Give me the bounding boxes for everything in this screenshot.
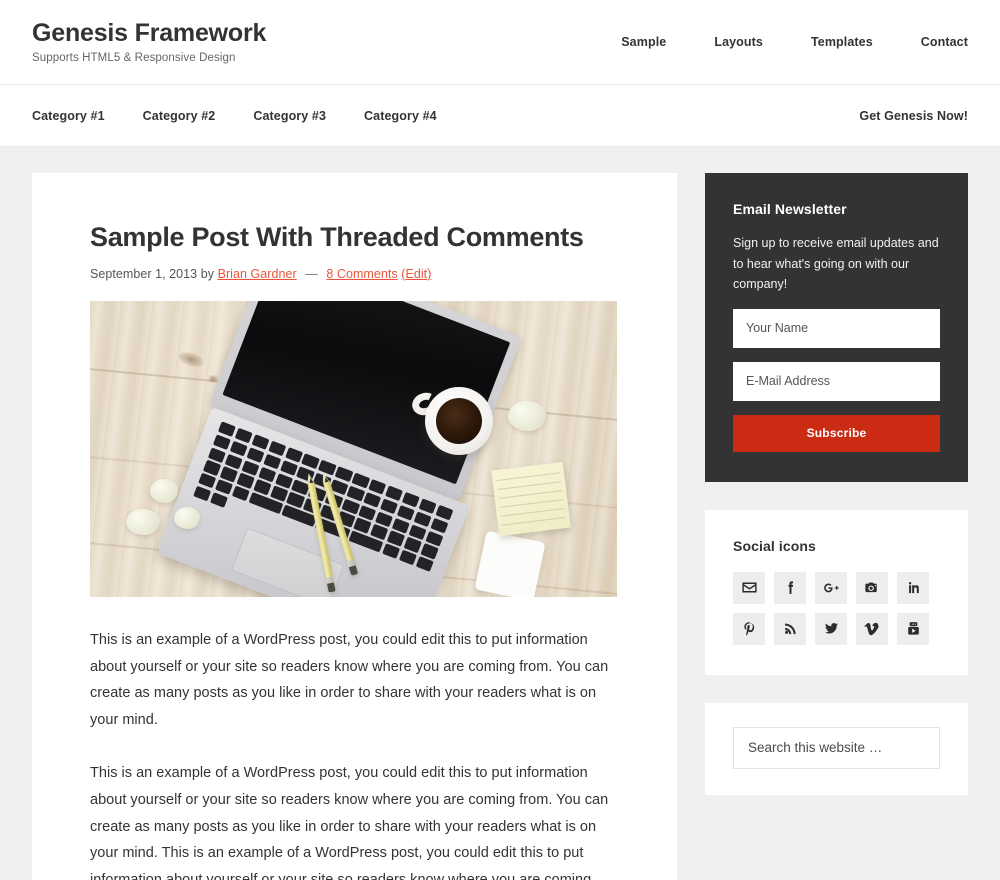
widget-email-newsletter: Email Newsletter Sign up to receive emai…: [705, 173, 968, 482]
post-author-link[interactable]: Brian Gardner: [218, 267, 297, 281]
vimeo-icon[interactable]: [856, 612, 888, 645]
meta-separator: —: [305, 266, 318, 281]
category-links: Category #1 Category #2 Category #3 Cate…: [32, 109, 475, 123]
youtube-icon[interactable]: [897, 612, 929, 645]
entry-content: This is an example of a WordPress post, …: [90, 627, 619, 880]
crumpled-paper: [508, 400, 546, 431]
widget-social-icons: Social icons: [705, 509, 968, 675]
cta-container: Get Genesis Now!: [859, 107, 968, 125]
nav-item-category-2[interactable]: Category #2: [143, 109, 254, 123]
post-paragraph: This is an example of a WordPress post, …: [90, 765, 609, 880]
email-icon[interactable]: [733, 571, 765, 604]
crumpled-paper: [150, 478, 178, 503]
title-area: Genesis Framework Supports HTML5 & Respo…: [32, 19, 266, 65]
edit-link[interactable]: (Edit): [401, 267, 431, 281]
nav-item-contact[interactable]: Contact: [897, 35, 968, 49]
featured-image: [90, 300, 617, 597]
site-header: Genesis Framework Supports HTML5 & Respo…: [0, 0, 1000, 85]
rss-icon[interactable]: [774, 612, 806, 645]
coffee-cup: [425, 386, 493, 455]
newsletter-email-input[interactable]: [733, 361, 940, 401]
social-icons-title: Social icons: [733, 537, 816, 554]
nav-item-category-4[interactable]: Category #4: [364, 109, 475, 123]
instagram-icon[interactable]: [856, 571, 888, 604]
comments-link[interactable]: 8 Comments: [326, 267, 397, 281]
newsletter-title: Email Newsletter: [733, 201, 847, 217]
post-date: September 1, 2013: [90, 266, 198, 281]
search-form: [733, 726, 940, 769]
site-inner: Sample Post With Threaded Comments Septe…: [0, 147, 1000, 880]
notepad: [491, 461, 571, 536]
by-label: by: [200, 266, 215, 281]
entry-meta: September 1, 2013 by Brian Gardner — 8 C…: [90, 267, 619, 281]
post-article: Sample Post With Threaded Comments Septe…: [90, 221, 619, 880]
content-area: Sample Post With Threaded Comments Septe…: [32, 173, 677, 880]
twitter-icon[interactable]: [815, 612, 847, 645]
nav-item-category-3[interactable]: Category #3: [253, 109, 364, 123]
paper-card: [474, 530, 546, 597]
newsletter-name-input[interactable]: [733, 308, 940, 348]
primary-navigation[interactable]: Sample Layouts Templates Contact: [597, 35, 968, 49]
pinterest-icon[interactable]: [733, 612, 765, 645]
newsletter-description: Sign up to receive email updates and to …: [733, 236, 939, 292]
nav-item-templates[interactable]: Templates: [787, 35, 897, 49]
nav-item-layouts[interactable]: Layouts: [690, 35, 787, 49]
crumpled-paper: [174, 506, 200, 529]
subscribe-button[interactable]: Subscribe: [733, 414, 940, 452]
page-title: Sample Post With Threaded Comments: [90, 222, 584, 252]
site-description: Supports HTML5 & Responsive Design: [32, 52, 236, 65]
widget-search: [705, 702, 968, 795]
nav-item-sample[interactable]: Sample: [597, 35, 690, 49]
linkedin-icon[interactable]: [897, 571, 929, 604]
googleplus-icon[interactable]: [815, 571, 847, 604]
nav-item-category-1[interactable]: Category #1: [32, 109, 143, 123]
site-title[interactable]: Genesis Framework: [32, 19, 266, 48]
sidebar: Email Newsletter Sign up to receive emai…: [705, 173, 968, 823]
social-icon-grid: [733, 571, 940, 645]
facebook-icon[interactable]: [774, 571, 806, 604]
search-input[interactable]: [733, 726, 940, 769]
post-paragraph: This is an example of a WordPress post, …: [90, 631, 609, 729]
crumpled-paper: [126, 508, 160, 535]
get-genesis-now-link[interactable]: Get Genesis Now!: [859, 109, 968, 123]
secondary-navigation[interactable]: Category #1 Category #2 Category #3 Cate…: [0, 85, 1000, 147]
